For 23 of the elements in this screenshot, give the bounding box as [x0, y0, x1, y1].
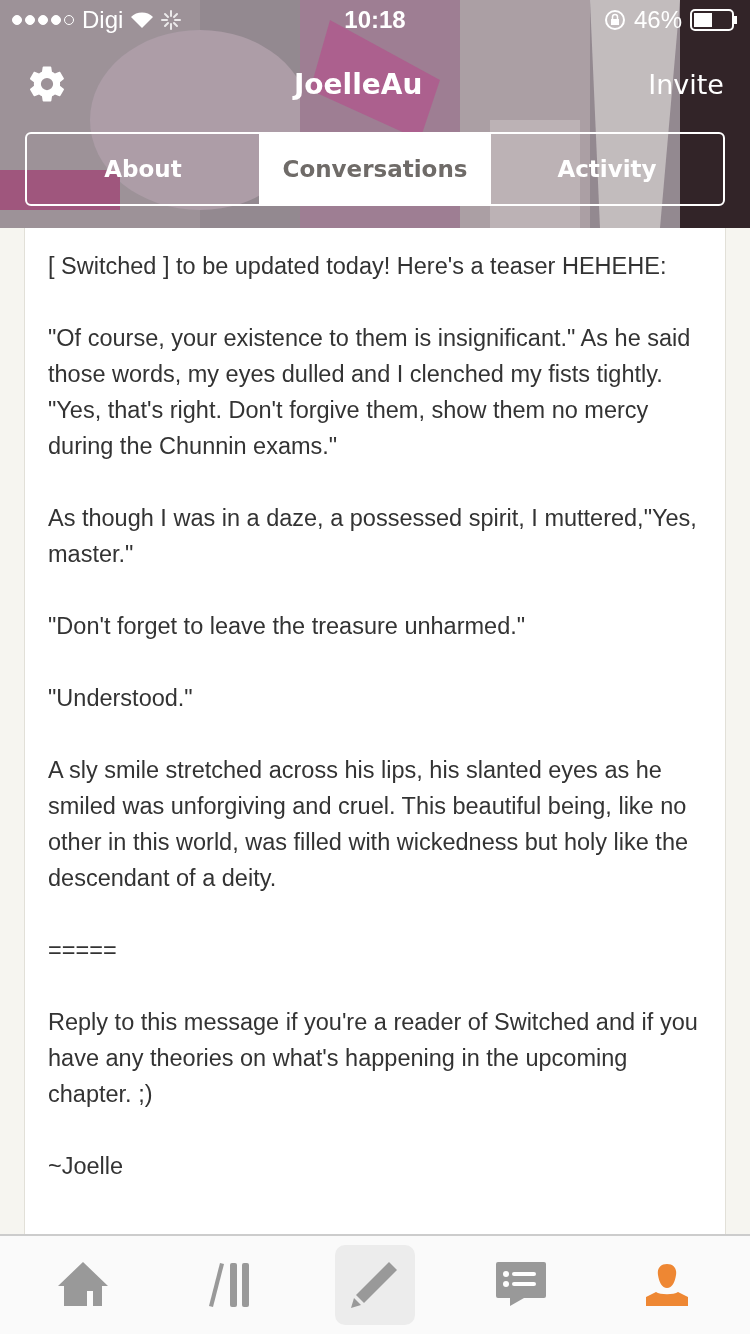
chat-icon: [496, 1262, 546, 1308]
home-icon: [58, 1262, 108, 1308]
wifi-icon: [131, 12, 154, 28]
message-paragraph: Reply to this message if you're a reader of Switched and if you have any theories on what's happening in the upcoming chapter. ;): [48, 1008, 699, 1109]
battery-icon: [690, 9, 738, 31]
carrier-name: Digi: [82, 6, 124, 34]
profile-username: JoelleAu: [293, 67, 423, 101]
clock-time: 10:18: [344, 6, 406, 34]
message-paragraph: "Of course, your existence to them is insignificant." As he said those words, my eyes dulled and I clenched my fists tightly. "Yes, that's right. Don't forgive them, show them no mercy during the Chunnin exams.": [48, 324, 692, 461]
rotation-lock-icon: [603, 9, 626, 31]
pencil-icon: [351, 1261, 399, 1309]
message-paragraph: =====: [48, 936, 118, 965]
library-icon: [206, 1262, 252, 1308]
message-paragraph: A sly smile stretched across his lips, his slanted eyes as he smiled was unforgiving and cruel. This beautiful being, like no other in this world, was filled with wickedness but holy like the descendant of a deity.: [48, 756, 690, 893]
message-paragraph: "Don't forget to leave the treasure unharmed.": [48, 612, 527, 641]
message-paragraph: ~Joelle: [48, 1152, 125, 1181]
tab[interactable]: Conversations: [259, 134, 491, 204]
message-paragraph: [ Switched ] to be updated today! Here's a teaser HEHEHE:: [48, 252, 668, 281]
spinner-icon: [161, 10, 182, 30]
person-icon: [646, 1264, 688, 1306]
write-tab[interactable]: [335, 1245, 415, 1325]
message-paragraph: "Understood.": [48, 684, 194, 713]
message-paragraph: As though I was in a daze, a possessed spirit, I muttered,"Yes, master.": [48, 504, 698, 569]
